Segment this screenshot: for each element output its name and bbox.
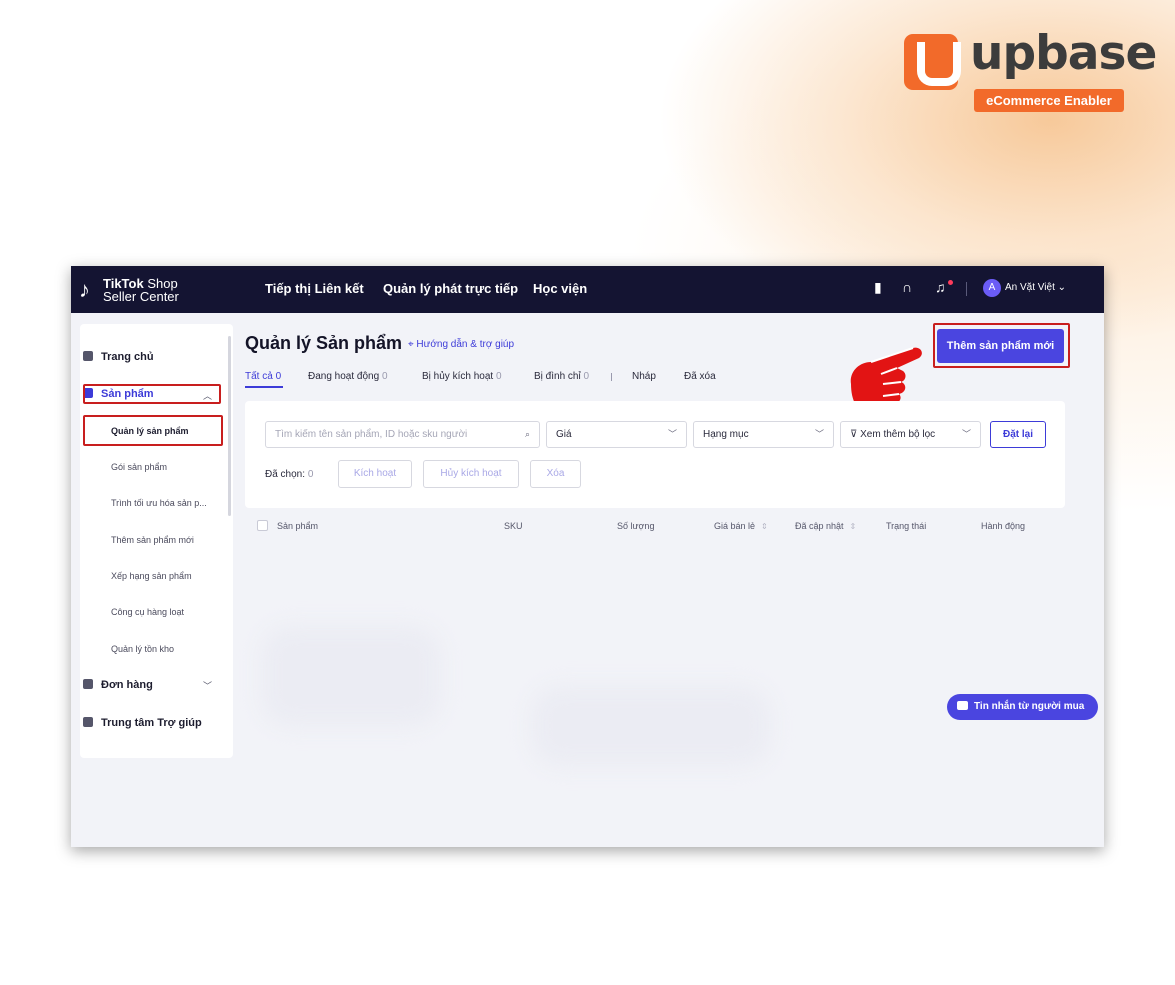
search-placeholder: Tìm kiếm tên sản phẩm, ID hoặc sku người <box>275 429 468 440</box>
upbase-logo: upbase eCommerce Enabler <box>904 26 1157 114</box>
column-header-retail-price[interactable]: Giá bán lẻ ⇕ <box>714 521 768 531</box>
tab-count: 0 <box>583 371 590 382</box>
reset-button[interactable]: Đặt lại <box>990 421 1046 448</box>
upbase-mark-icon <box>904 34 961 90</box>
updated-label: Đã cập nhật <box>795 521 844 531</box>
sidebar-scrollbar[interactable] <box>228 336 231 516</box>
logo-line-2: Seller Center <box>103 289 179 304</box>
delete-button[interactable]: Xóa <box>530 460 581 488</box>
tab-count: 0 <box>495 371 502 382</box>
seller-center-screenshot: ♪ TikTok Shop Seller Center Tiếp thị Liê… <box>71 266 1104 847</box>
sort-icon[interactable]: ⇕ <box>761 522 768 531</box>
notification-dot <box>948 280 953 285</box>
sidebar-item-help-center[interactable]: Trung tâm Trợ giúp <box>83 717 202 729</box>
chevron-down-icon: ﹀ <box>961 429 971 439</box>
sidebar-subitem-product-optimizer[interactable]: Trình tối ưu hóa sản p... <box>111 498 207 508</box>
help-guide-link[interactable]: ⌖ Hướng dẫn & trợ giúp <box>408 339 514 350</box>
column-header-sku: SKU <box>504 521 523 531</box>
tab-label: Bị hủy kích hoạt <box>422 371 494 382</box>
tiktok-note-icon: ♪ <box>79 277 90 302</box>
help-center-icon <box>83 717 93 727</box>
sidebar-item-home[interactable]: Trang chủ <box>83 351 154 363</box>
chat-icon <box>957 701 968 710</box>
sidebar-item-label: Trung tâm Trợ giúp <box>101 717 202 729</box>
highlight-box-product-management <box>83 415 223 446</box>
headset-icon[interactable]: ∩ <box>902 279 912 295</box>
sidebar-item-label: Đơn hàng <box>101 679 153 691</box>
avatar[interactable]: A <box>983 279 1001 297</box>
deactivate-button[interactable]: Hủy kích hoạt <box>423 460 519 488</box>
nav-affiliate-marketing[interactable]: Tiếp thị Liên kết <box>265 281 364 296</box>
more-filters-label: Xem thêm bộ lọc <box>860 429 936 440</box>
sort-icon[interactable]: ⇕ <box>850 522 857 531</box>
top-navbar: ♪ TikTok Shop Seller Center Tiếp thị Liê… <box>71 266 1104 313</box>
tab-active[interactable]: Đang hoạt động 0 <box>308 371 388 382</box>
orders-icon <box>83 679 93 689</box>
sidebar-subitem-product-bundles[interactable]: Gói sản phẩm <box>111 462 167 472</box>
selected-label: Đã chọn: <box>265 469 306 480</box>
more-filters-select[interactable]: ⊽ Xem thêm bộ lọc ﹀ <box>840 421 981 448</box>
tab-deleted[interactable]: Đã xóa <box>684 371 716 382</box>
column-header-product: Sản phẩm <box>277 521 319 531</box>
search-icon[interactable]: ⌕ <box>525 422 530 447</box>
filter-icon: ⊽ <box>850 429 858 440</box>
tab-count: 0 <box>275 371 282 382</box>
tab-label: Bị đình chỉ <box>534 371 581 382</box>
column-header-quantity: Số lượng <box>617 521 655 531</box>
empty-state-placeholder <box>261 626 441 726</box>
tab-label: Đang hoạt động <box>308 371 380 382</box>
filter-panel: Tìm kiếm tên sản phẩm, ID hoặc sku người… <box>245 401 1065 508</box>
category-select[interactable]: Hạng mục ﹀ <box>693 421 834 448</box>
buyer-messages-button[interactable]: Tin nhắn từ người mua <box>947 694 1098 720</box>
upbase-tagline: eCommerce Enabler <box>974 89 1124 112</box>
highlight-box-add-product <box>933 323 1070 368</box>
selected-count: 0 <box>307 469 314 480</box>
sidebar-subitem-add-product[interactable]: Thêm sản phẩm mới <box>111 535 194 545</box>
price-select[interactable]: Giá ﹀ <box>546 421 687 448</box>
page-title: Quản lý Sản phẩm <box>245 333 403 353</box>
sidebar-item-orders[interactable]: Đơn hàng <box>83 679 153 691</box>
tiktok-shop-logo[interactable]: ♪ TikTok Shop Seller Center <box>79 275 199 304</box>
sidebar-item-label: Trang chủ <box>101 351 154 363</box>
activate-button[interactable]: Kích hoạt <box>338 460 412 488</box>
bell-icon[interactable]: ♫ <box>935 279 946 295</box>
chevron-down-icon: ﹀ <box>814 429 824 439</box>
tab-suspended[interactable]: Bị đình chỉ 0 <box>534 371 589 382</box>
tab-count: 0 <box>381 371 388 382</box>
chevron-down-icon[interactable]: ﹀ <box>203 679 212 692</box>
sidebar-subitem-inventory[interactable]: Quản lý tồn kho <box>111 644 174 654</box>
phone-icon[interactable]: ▮ <box>874 279 882 296</box>
retail-price-label: Giá bán lẻ <box>714 521 756 531</box>
tab-all[interactable]: Tất cả 0 <box>245 371 281 382</box>
chevron-down-icon: ⌄ <box>1057 282 1067 293</box>
select-all-checkbox[interactable] <box>257 520 268 531</box>
upbase-wordmark: upbase <box>970 26 1157 81</box>
category-select-value: Hạng mục <box>703 429 749 440</box>
nav-academy[interactable]: Học viện <box>533 281 587 296</box>
selected-count-label: Đã chọn: 0 <box>265 469 313 480</box>
tab-divider <box>611 373 612 381</box>
tab-deactivated[interactable]: Bị hủy kích hoạt 0 <box>422 371 502 382</box>
active-tab-underline <box>245 386 283 388</box>
empty-state-placeholder <box>531 686 771 766</box>
topbar-divider <box>966 282 967 296</box>
column-header-status: Trạng thái <box>886 521 927 531</box>
price-select-value: Giá <box>556 429 572 440</box>
tab-draft[interactable]: Nháp <box>632 371 656 382</box>
chevron-down-icon: ﹀ <box>667 429 677 439</box>
location-pin-icon: ⌖ <box>408 339 414 350</box>
search-input[interactable]: Tìm kiếm tên sản phẩm, ID hoặc sku người… <box>265 421 540 448</box>
home-icon <box>83 351 93 361</box>
buyer-messages-label: Tin nhắn từ người mua <box>974 701 1085 712</box>
sidebar-subitem-product-ranking[interactable]: Xếp hạng sản phẩm <box>111 571 192 581</box>
user-name: An Vặt Việt <box>1005 282 1055 293</box>
tab-label: Tất cả <box>245 371 273 382</box>
column-header-actions: Hành động <box>981 521 1026 531</box>
column-header-updated[interactable]: Đã cập nhật ⇕ <box>795 521 856 531</box>
help-guide-label: Hướng dẫn & trợ giúp <box>416 339 515 350</box>
nav-live-management[interactable]: Quản lý phát trực tiếp <box>383 281 518 296</box>
sidebar-subitem-bulk-tools[interactable]: Công cụ hàng loạt <box>111 607 184 617</box>
highlight-box-products <box>83 384 221 404</box>
